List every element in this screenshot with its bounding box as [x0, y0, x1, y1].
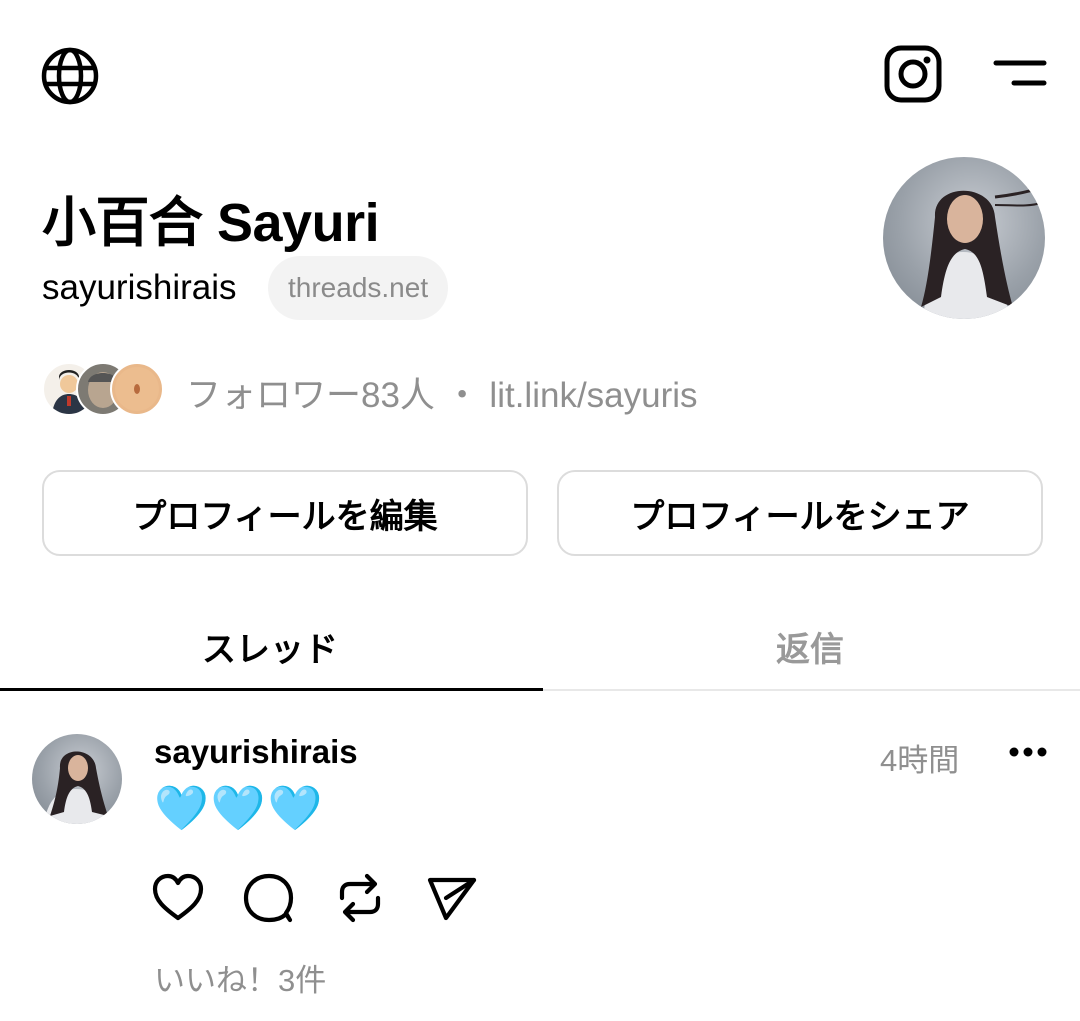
repost-icon[interactable] [332, 870, 388, 926]
profile-avatar[interactable] [883, 157, 1045, 319]
meta-separator: ・ [444, 376, 480, 415]
instagram-icon[interactable] [884, 45, 942, 103]
likes-count[interactable]: いいね！3件 [154, 955, 326, 1000]
active-tab-indicator [0, 688, 543, 691]
post-text: 🩵🩵🩵 [154, 784, 325, 833]
tab-divider [543, 689, 1080, 691]
tab-replies[interactable]: 返信 [540, 616, 1080, 676]
profile-link[interactable]: lit.link/sayuris [489, 376, 697, 415]
edit-profile-button[interactable]: プロフィールを編集 [42, 470, 528, 556]
menu-icon[interactable] [992, 55, 1048, 91]
post-timestamp: 4時間 [880, 743, 960, 778]
domain-badge[interactable]: threads.net [268, 256, 449, 320]
tab-threads[interactable]: スレッド [0, 616, 540, 676]
followers-count[interactable]: フォロワー83人 [186, 376, 435, 415]
globe-icon[interactable] [40, 46, 100, 106]
post-author-avatar[interactable] [32, 734, 122, 824]
share-profile-button[interactable]: プロフィールをシェア [557, 470, 1043, 556]
profile-username: sayurishirais [42, 268, 237, 307]
follower-avatar [110, 362, 164, 416]
heart-icon[interactable] [150, 870, 206, 926]
post-username[interactable]: sayurishirais [154, 733, 358, 771]
comment-icon[interactable] [240, 870, 296, 926]
more-options-icon[interactable] [1008, 742, 1048, 762]
send-icon[interactable] [424, 870, 480, 926]
profile-meta: フォロワー83人 ・ lit.link/sayuris [186, 367, 698, 418]
profile-display-name: 小百合 Sayuri [42, 193, 380, 253]
